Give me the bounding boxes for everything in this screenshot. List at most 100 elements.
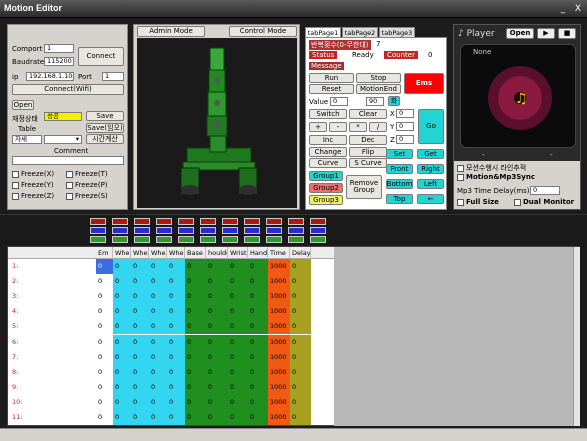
connect-wifi-button[interactable]: Connect(Wifi) — [12, 84, 124, 95]
table-cell[interactable]: 0 — [167, 349, 185, 365]
table-cell[interactable]: 0 — [248, 410, 268, 425]
table-cell[interactable]: 0 — [206, 304, 228, 320]
table-cell[interactable]: 0 — [185, 410, 206, 425]
checkbox[interactable] — [457, 173, 464, 181]
delay-input[interactable]: 0 — [530, 186, 560, 195]
full-size-option[interactable]: Full Size — [457, 198, 499, 206]
table-cell[interactable]: 0 — [185, 259, 206, 274]
table-cell[interactable]: 0 — [96, 364, 113, 380]
servo-indicator-icon[interactable] — [178, 218, 194, 225]
table-cell[interactable]: 0 — [185, 304, 206, 320]
ip-input[interactable]: 192.168.1.100 — [26, 72, 74, 81]
table-cell[interactable]: 0 — [290, 364, 311, 380]
table-cell[interactable]: 1000 — [268, 259, 290, 274]
servo-indicator-icon[interactable] — [288, 218, 304, 225]
table-cell[interactable]: 0 — [206, 349, 228, 365]
tab-page1[interactable]: tabPage1 — [305, 27, 341, 37]
checkbox[interactable] — [66, 170, 73, 178]
minus-button[interactable]: - — [329, 122, 347, 132]
table-cell[interactable]: 0 — [149, 394, 167, 410]
table-cell[interactable]: 1000 — [268, 274, 290, 290]
table-cell[interactable]: 0 — [248, 349, 268, 365]
x-input[interactable]: 0 — [396, 109, 414, 118]
tab-page2[interactable]: tabPage2 — [342, 27, 378, 37]
group3-button[interactable]: Group3 — [309, 195, 343, 205]
servo-indicator-icon[interactable] — [310, 218, 326, 225]
table-cell[interactable]: 0 — [228, 274, 248, 290]
table-cell[interactable]: 0 — [206, 259, 228, 274]
table-cell[interactable]: 0 — [149, 304, 167, 320]
table-cell[interactable]: 0 — [96, 319, 113, 335]
multiply-button[interactable]: * — [349, 122, 367, 132]
table-cell[interactable]: 0 — [228, 394, 248, 410]
table-cell[interactable]: 0 — [131, 394, 149, 410]
s-curve-button[interactable]: S Curve — [349, 158, 387, 168]
table-cell[interactable]: 0 — [228, 334, 248, 350]
dec-button[interactable]: Dec — [349, 135, 387, 145]
table-cell[interactable]: 0 — [206, 379, 228, 395]
table-cell[interactable]: 0 — [131, 349, 149, 365]
table-cell[interactable]: 0 — [206, 394, 228, 410]
line-trace-option[interactable]: 모션수행시 라인추적 — [457, 163, 526, 173]
table-cell[interactable]: 0 — [206, 289, 228, 305]
set-button[interactable]: Set — [386, 149, 413, 159]
table-cell[interactable]: 0 — [248, 379, 268, 395]
table-cell[interactable]: 0 — [185, 394, 206, 410]
table-cell[interactable]: 0 — [185, 274, 206, 290]
table-cell[interactable]: 0 — [131, 364, 149, 380]
clear-button[interactable]: Clear — [349, 109, 387, 119]
player-open-button[interactable]: Open — [506, 28, 534, 39]
servo-indicator-icon[interactable] — [266, 218, 282, 225]
table-cell[interactable]: 0 — [113, 349, 131, 365]
table-cell[interactable]: 1000 — [268, 289, 290, 305]
table-cell[interactable]: 0 — [185, 334, 206, 350]
checkbox[interactable] — [12, 181, 19, 189]
table-cell[interactable]: 0 — [167, 379, 185, 395]
motion-end-button[interactable]: MotionEnd — [356, 84, 401, 94]
comport-input[interactable]: 1 — [44, 44, 74, 53]
servo-indicator-icon[interactable] — [310, 236, 326, 243]
change-button[interactable]: Change — [309, 147, 347, 157]
table-cell[interactable]: 0 — [228, 364, 248, 380]
table-cell[interactable]: 0 — [228, 349, 248, 365]
table-cell[interactable]: 0 — [290, 379, 311, 395]
table-cell[interactable]: 0 — [96, 379, 113, 395]
table-cell[interactable]: 0 — [131, 304, 149, 320]
table-cell[interactable]: 0 — [113, 319, 131, 335]
table-cell[interactable]: 0 — [206, 274, 228, 290]
servo-indicator-icon[interactable] — [178, 227, 194, 234]
servo-indicator-icon[interactable] — [288, 236, 304, 243]
freeze-t[interactable]: Freeze(T) — [66, 170, 108, 178]
bottom-button[interactable]: Bottom — [386, 179, 413, 189]
inc-button[interactable]: Inc — [309, 135, 347, 145]
table-cell[interactable]: 0 — [149, 379, 167, 395]
checkbox[interactable] — [457, 164, 464, 172]
front-button[interactable]: Front — [386, 164, 413, 174]
stop-icon[interactable]: ■ — [558, 28, 576, 39]
servo-indicator-icon[interactable] — [266, 227, 282, 234]
table-cell[interactable]: 0 — [290, 259, 311, 274]
connect-button[interactable]: Connect — [78, 47, 124, 66]
table-cell[interactable]: 0 — [113, 259, 131, 274]
servo-indicator-icon[interactable] — [266, 236, 282, 243]
flip-button[interactable]: Flip — [349, 147, 387, 157]
servo-indicator-icon[interactable] — [200, 236, 216, 243]
servo-indicator-icon[interactable] — [134, 218, 150, 225]
time-calc-button[interactable]: 시간계산 — [86, 134, 124, 144]
table-cell[interactable]: 0 — [185, 349, 206, 365]
table-cell[interactable]: 0 — [185, 319, 206, 335]
play-icon[interactable]: ▶ — [537, 28, 555, 39]
table-cell[interactable]: 0 — [96, 410, 113, 425]
freeze-z[interactable]: Freeze(Z) — [12, 192, 54, 200]
table-cell[interactable]: 0 — [290, 304, 311, 320]
run-button[interactable]: Run — [309, 73, 354, 83]
table-cell[interactable]: 0 — [185, 379, 206, 395]
servo-indicator-icon[interactable] — [112, 236, 128, 243]
table-cell[interactable]: 0 — [228, 259, 248, 274]
reset-button[interactable]: Reset — [309, 84, 354, 94]
table-cell[interactable]: 0 — [113, 274, 131, 290]
table-cell[interactable]: 0 — [248, 289, 268, 305]
save-table-button[interactable]: Save(임오) — [86, 123, 124, 133]
open-button[interactable]: Open — [12, 100, 34, 110]
servo-indicator-icon[interactable] — [222, 227, 238, 234]
